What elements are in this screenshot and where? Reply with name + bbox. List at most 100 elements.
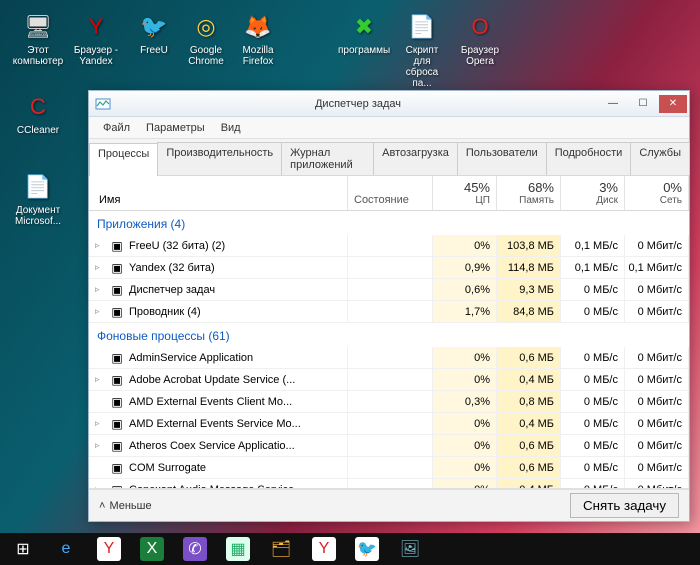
process-grid[interactable]: Приложения (4)▹▣FreeU (32 бита) (2)0%103…	[89, 211, 689, 489]
cpu-cell: 1,7%	[433, 301, 497, 322]
taskbar[interactable]: ⊞eYX✆▦🗂Y🐦🖼	[0, 533, 700, 565]
desktop-icon[interactable]: ◎Google Chrome	[180, 10, 232, 67]
expand-icon[interactable]: ▹	[95, 284, 105, 295]
net-cell: 0 Мбит/с	[625, 391, 689, 412]
desktop-icon[interactable]: 🦊Mozilla Firefox	[232, 10, 284, 67]
process-row[interactable]: ▣AdminService Application0%0,6 МБ0 МБ/с0…	[89, 347, 689, 369]
mem-cell: 0,8 МБ	[497, 391, 561, 412]
process-row[interactable]: ▹▣Диспетчер задач0,6%9,3 МБ0 МБ/с0 Мбит/…	[89, 279, 689, 301]
desktop-icon[interactable]: 📄Скрипт для сброса па...	[396, 10, 448, 89]
process-icon: ▣	[109, 260, 125, 276]
disk-cell: 0,1 МБ/с	[561, 235, 625, 256]
col-network[interactable]: 0%Сеть	[625, 176, 689, 210]
process-name: COM Surrogate	[129, 462, 206, 474]
minimize-button[interactable]: —	[599, 95, 627, 113]
disk-cell: 0 МБ/с	[561, 301, 625, 322]
viber-icon[interactable]: ✆	[174, 534, 216, 564]
desktop-icon[interactable]: 📄Документ Microsof...	[12, 170, 64, 227]
window-footer: ˄ Меньше Снять задачу	[89, 489, 689, 521]
col-state-label[interactable]: Состояние	[354, 194, 426, 206]
app-icon: ◎	[190, 10, 222, 42]
tab[interactable]: Производительность	[157, 142, 282, 175]
process-row[interactable]: ▹▣Adobe Acrobat Update Service (...0%0,4…	[89, 369, 689, 391]
tab[interactable]: Службы	[630, 142, 690, 175]
cpu-cell: 0,3%	[433, 391, 497, 412]
desktop-icon[interactable]: 🐦 FreeU	[128, 10, 180, 56]
process-name: Adobe Acrobat Update Service (...	[129, 374, 295, 386]
cpu-cell: 0%	[433, 457, 497, 478]
expand-icon[interactable]: ▹	[95, 306, 105, 317]
menu-item[interactable]: Вид	[215, 120, 247, 136]
app-icon: 🦊	[242, 10, 274, 42]
tab[interactable]: Автозагрузка	[373, 142, 458, 175]
expand-icon[interactable]: ▹	[95, 240, 105, 251]
net-cell: 0 Мбит/с	[625, 301, 689, 322]
titlebar[interactable]: Диспетчер задач — ☐ ✕	[89, 91, 689, 117]
net-cell: 0 Мбит/с	[625, 435, 689, 456]
desktop-icon[interactable]: OБраузер Opera	[454, 10, 506, 67]
col-memory[interactable]: 68%Память	[497, 176, 561, 210]
process-icon: ▣	[109, 350, 125, 366]
pictures-icon[interactable]: 🖼	[389, 534, 431, 564]
app-icon: O	[464, 10, 496, 42]
taskmgr-icon	[95, 96, 111, 112]
desktop-icon[interactable]: YБраузер - Yandex	[70, 10, 122, 67]
process-row[interactable]: ▹▣Проводник (4)1,7%84,8 МБ0 МБ/с0 Мбит/с	[89, 301, 689, 323]
col-name-label[interactable]: Имя	[99, 194, 341, 206]
process-name: Проводник (4)	[129, 306, 201, 318]
process-row[interactable]: ▣COM Surrogate0%0,6 МБ0 МБ/с0 Мбит/с	[89, 457, 689, 479]
desktop-icon[interactable]: ✖программы	[338, 10, 390, 56]
process-row[interactable]: ▹▣FreeU (32 бита) (2)0%103,8 МБ0,1 МБ/с0…	[89, 235, 689, 257]
process-row[interactable]: ▹▣Atheros Coex Service Applicatio...0%0,…	[89, 435, 689, 457]
mem-cell: 0,4 МБ	[497, 413, 561, 434]
tab[interactable]: Процессы	[89, 143, 158, 176]
fewer-details-button[interactable]: ˄ Меньше	[99, 500, 152, 512]
process-icon: ▣	[109, 372, 125, 388]
mem-cell: 0,6 МБ	[497, 457, 561, 478]
menu-item[interactable]: Файл	[97, 120, 136, 136]
yandex-icon[interactable]: Y	[88, 534, 130, 564]
ie-icon[interactable]: e	[45, 534, 87, 564]
net-cell: 0 Мбит/с	[625, 347, 689, 368]
excel-icon[interactable]: X	[131, 534, 173, 564]
libre-icon[interactable]: ▦	[217, 534, 259, 564]
expand-icon[interactable]: ▹	[95, 418, 105, 429]
app-icon: 📄	[22, 170, 54, 202]
explorer-icon[interactable]: 🗂	[260, 534, 302, 564]
disk-cell: 0 МБ/с	[561, 413, 625, 434]
process-icon: ▣	[109, 482, 125, 490]
col-cpu[interactable]: 45%ЦП	[433, 176, 497, 210]
cpu-cell: 0,9%	[433, 257, 497, 278]
desktop-icon[interactable]: CCCleaner	[12, 90, 64, 136]
maximize-button[interactable]: ☐	[629, 95, 657, 113]
process-row[interactable]: ▣AMD External Events Client Mo...0,3%0,8…	[89, 391, 689, 413]
end-task-button[interactable]: Снять задачу	[570, 493, 679, 518]
close-button[interactable]: ✕	[659, 95, 687, 113]
yandex2-icon[interactable]: Y	[303, 534, 345, 564]
net-cell: 0 Мбит/с	[625, 479, 689, 489]
expand-icon[interactable]: ▹	[95, 440, 105, 451]
net-cell: 0 Мбит/с	[625, 235, 689, 256]
mem-cell: 114,8 МБ	[497, 257, 561, 278]
process-row[interactable]: ▹▣AMD External Events Service Mo...0%0,4…	[89, 413, 689, 435]
col-disk[interactable]: 3%Диск	[561, 176, 625, 210]
freeu-tb-icon[interactable]: 🐦	[346, 534, 388, 564]
icon-label: FreeU	[128, 45, 180, 56]
tab[interactable]: Подробности	[546, 142, 632, 175]
column-headers[interactable]: Имя Состояние 45%ЦП 68%Память 3%Диск 0%С…	[89, 176, 689, 211]
expand-icon[interactable]: ▹	[95, 374, 105, 385]
start-button[interactable]: ⊞	[2, 534, 44, 564]
expand-icon[interactable]: ▹	[95, 262, 105, 273]
tab[interactable]: Журнал приложений	[281, 142, 374, 175]
process-row[interactable]: ▹▣Yandex (32 бита)0,9%114,8 МБ0,1 МБ/с0,…	[89, 257, 689, 279]
desktop-icon[interactable]: 🖥Этот компьютер	[12, 10, 64, 67]
disk-cell: 0 МБ/с	[561, 479, 625, 489]
cpu-cell: 0%	[433, 435, 497, 456]
app-icon: C	[22, 90, 54, 122]
menu-item[interactable]: Параметры	[140, 120, 211, 136]
app-icon: 🐦	[138, 10, 170, 42]
net-cell: 0 Мбит/с	[625, 413, 689, 434]
tab[interactable]: Пользователи	[457, 142, 547, 175]
process-icon: ▣	[109, 304, 125, 320]
process-row[interactable]: ▹▣Conexant Audio Message Service0%0,4 МБ…	[89, 479, 689, 489]
